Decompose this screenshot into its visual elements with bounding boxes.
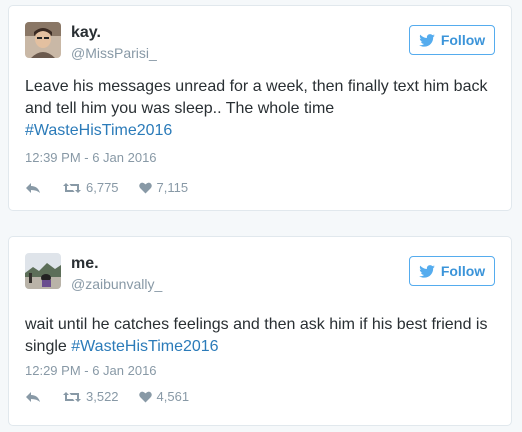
avatar[interactable] <box>25 22 61 58</box>
like-button[interactable]: 4,561 <box>138 389 190 404</box>
follow-button[interactable]: Follow <box>409 256 495 286</box>
reply-button[interactable] <box>25 182 41 194</box>
heart-icon <box>138 182 152 193</box>
twitter-bird-icon <box>419 264 435 278</box>
retweet-icon <box>63 391 81 402</box>
timestamp[interactable]: 12:39 PM - 6 Jan 2016 <box>25 150 157 165</box>
avatar[interactable] <box>25 253 61 289</box>
tweet-text: wait until he catches feelings and then … <box>25 314 495 358</box>
heart-icon <box>138 391 152 402</box>
reply-button[interactable] <box>25 391 41 403</box>
user-handle[interactable]: @zaibunvally_ <box>71 276 162 292</box>
tweet-body: Leave his messages unread for a week, th… <box>25 78 488 117</box>
tweet-actions: 3,522 4,561 <box>25 389 189 404</box>
retweet-button[interactable]: 3,522 <box>63 389 119 404</box>
tweet-text: Leave his messages unread for a week, th… <box>25 76 495 142</box>
follow-label: Follow <box>440 32 486 48</box>
twitter-bird-icon <box>419 33 435 47</box>
like-button[interactable]: 7,115 <box>138 180 189 195</box>
tweet-card: me. @zaibunvally_ Follow wait until he c… <box>8 236 512 426</box>
reply-icon <box>26 391 40 402</box>
follow-button[interactable]: Follow <box>409 25 495 55</box>
display-name[interactable]: kay. <box>71 23 101 43</box>
tweet-actions: 6,775 7,115 <box>25 180 188 195</box>
reply-icon <box>26 182 40 193</box>
hashtag-link[interactable]: #WasteHisTime2016 <box>71 338 218 355</box>
user-handle[interactable]: @MissParisi_ <box>71 45 157 61</box>
display-name[interactable]: me. <box>71 254 99 274</box>
like-count: 4,561 <box>156 389 190 404</box>
profile-photo-icon <box>25 253 61 289</box>
retweet-count: 3,522 <box>86 389 119 404</box>
tweet-card: kay. @MissParisi_ Follow Leave his messa… <box>8 5 512 211</box>
retweet-button[interactable]: 6,775 <box>63 180 119 195</box>
like-count: 7,115 <box>156 180 189 195</box>
timestamp[interactable]: 12:29 PM - 6 Jan 2016 <box>25 363 157 378</box>
profile-photo-icon <box>25 22 61 58</box>
follow-label: Follow <box>440 263 486 279</box>
hashtag-link[interactable]: #WasteHisTime2016 <box>25 122 172 139</box>
retweet-icon <box>63 182 81 193</box>
retweet-count: 6,775 <box>86 180 119 195</box>
